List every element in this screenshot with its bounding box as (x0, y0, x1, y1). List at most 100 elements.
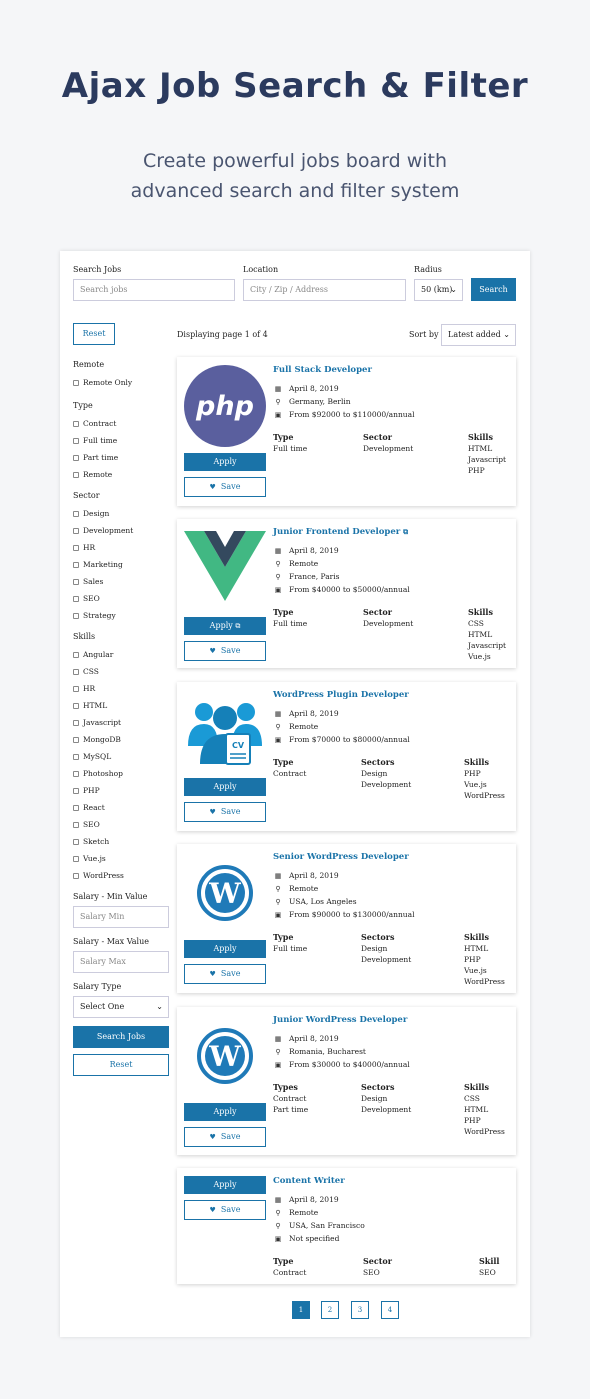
checkbox-label: MongoDB (83, 735, 121, 744)
apply-button[interactable]: Apply (184, 1103, 266, 1121)
filter-checkbox-row[interactable]: Javascript (73, 714, 173, 731)
checkbox[interactable] (73, 872, 79, 879)
checkbox[interactable] (73, 527, 79, 534)
reset-top-button[interactable]: Reset (73, 323, 115, 345)
checkbox[interactable] (73, 804, 79, 811)
checkbox-label: SEO (83, 594, 100, 603)
job-meta-text: Not specified (289, 1234, 340, 1243)
checkbox[interactable] (73, 510, 79, 517)
filter-checkbox-row[interactable]: SEO (73, 816, 173, 833)
page-button-2[interactable]: 2 (321, 1301, 339, 1319)
save-button[interactable]: ♥ Save (184, 802, 266, 822)
checkbox[interactable] (73, 719, 79, 726)
filter-checkbox-row[interactable]: PHP (73, 782, 173, 799)
filter-checkbox-row[interactable]: Full time (73, 432, 173, 449)
apply-button[interactable]: Apply (184, 1176, 266, 1194)
search-jobs-button[interactable]: Search Jobs (73, 1026, 169, 1048)
filter-checkbox-row[interactable]: Contract (73, 415, 173, 432)
page-button-4[interactable]: 4 (381, 1301, 399, 1319)
filter-checkbox-row[interactable]: Marketing (73, 556, 173, 573)
job-skills-column: Skills CSS HTML PHP WordPress (464, 1082, 505, 1137)
filter-checkbox-row[interactable]: HR (73, 680, 173, 697)
checkbox[interactable] (73, 578, 79, 585)
job-title-link[interactable]: WordPress Plugin Developer (273, 690, 409, 700)
job-title: Senior WordPress Developer (273, 852, 409, 862)
reset-filters-button[interactable]: Reset (73, 1054, 169, 1076)
checkbox[interactable] (73, 612, 79, 619)
filter-checkbox-row[interactable]: Angular (73, 646, 173, 663)
page-button-3[interactable]: 3 (351, 1301, 369, 1319)
location-input[interactable]: City / Zip / Address (243, 279, 406, 301)
column-heading: Type (273, 1256, 294, 1266)
checkbox[interactable] (73, 544, 79, 551)
page-button-1[interactable]: 1 (292, 1301, 310, 1319)
checkbox[interactable] (73, 753, 79, 760)
column-value: SEO (479, 1268, 496, 1277)
save-button[interactable]: ♥ Save (184, 1200, 266, 1220)
checkbox[interactable] (73, 595, 79, 602)
apply-button[interactable]: Apply (184, 453, 266, 471)
checkbox[interactable] (73, 787, 79, 794)
filter-checkbox-row[interactable]: CSS (73, 663, 173, 680)
apply-button[interactable]: Apply (184, 940, 266, 958)
checkbox[interactable] (73, 736, 79, 743)
save-label: Save (220, 482, 241, 491)
search-jobs-input[interactable]: Search jobs (73, 279, 235, 301)
job-title-link[interactable]: Senior WordPress Developer (273, 852, 409, 862)
checkbox[interactable] (73, 838, 79, 845)
checkbox[interactable] (73, 420, 79, 427)
job-title-link[interactable]: Junior Frontend Developer ⧉ (273, 527, 408, 537)
filter-checkbox-row[interactable]: HR (73, 539, 173, 556)
filter-checkbox-row[interactable]: React (73, 799, 173, 816)
checkbox[interactable] (73, 821, 79, 828)
save-button[interactable]: ♥ Save (184, 477, 266, 497)
save-button[interactable]: ♥ Save (184, 1127, 266, 1147)
heart-icon: ♥ (209, 808, 216, 816)
checkbox[interactable] (73, 685, 79, 692)
filter-checkbox-row[interactable]: Vue.js (73, 850, 173, 867)
checkbox[interactable] (73, 668, 79, 675)
filter-checkbox-row[interactable]: HTML (73, 697, 173, 714)
column-value: Development (363, 619, 414, 628)
salary-max-input[interactable]: Salary Max (73, 951, 169, 973)
filter-checkbox-row[interactable]: Remote Only (73, 374, 173, 391)
job-search-panel: Search Jobs Search jobs Location City / … (60, 251, 530, 1337)
checkbox[interactable] (73, 561, 79, 568)
checkbox[interactable] (73, 770, 79, 777)
checkbox[interactable] (73, 702, 79, 709)
checkbox[interactable] (73, 855, 79, 862)
salary-type-select[interactable]: Select One ⌄ (73, 996, 169, 1018)
save-button[interactable]: ♥ Save (184, 641, 266, 661)
checkbox[interactable] (73, 379, 79, 386)
radius-select[interactable]: 50 (km) ⌄ (414, 279, 463, 301)
apply-button[interactable]: Apply ⧉ (184, 617, 266, 635)
save-button[interactable]: ♥ Save (184, 964, 266, 984)
salary-min-input[interactable]: Salary Min (73, 906, 169, 928)
job-title-link[interactable]: Junior WordPress Developer (273, 1015, 407, 1025)
filter-checkbox-row[interactable]: Photoshop (73, 765, 173, 782)
column-value: CSS (468, 619, 484, 628)
filter-checkbox-row[interactable]: Development (73, 522, 173, 539)
filter-checkbox-row[interactable]: Sketch (73, 833, 173, 850)
filter-checkbox-row[interactable]: SEO (73, 590, 173, 607)
checkbox[interactable] (73, 437, 79, 444)
filter-checkbox-row[interactable]: MongoDB (73, 731, 173, 748)
filter-checkbox-row[interactable]: MySQL (73, 748, 173, 765)
checkbox[interactable] (73, 651, 79, 658)
filter-checkbox-row[interactable]: Strategy (73, 607, 173, 624)
svg-text:php: php (195, 391, 254, 422)
filter-checkbox-row[interactable]: Remote (73, 466, 173, 483)
job-meta-row: ⚲ Germany, Berlin (273, 397, 350, 406)
job-title-link[interactable]: Full Stack Developer (273, 365, 372, 375)
filter-checkbox-row[interactable]: Part time (73, 449, 173, 466)
job-title-link[interactable]: Content Writer (273, 1176, 345, 1186)
apply-button[interactable]: Apply (184, 778, 266, 796)
filter-checkbox-row[interactable]: WordPress (73, 867, 173, 884)
column-heading: Skills (464, 932, 489, 942)
filter-checkbox-row[interactable]: Sales (73, 573, 173, 590)
checkbox[interactable] (73, 471, 79, 478)
checkbox[interactable] (73, 454, 79, 461)
sort-select[interactable]: Latest added ⌄ (441, 324, 516, 346)
filter-checkbox-row[interactable]: Design (73, 505, 173, 522)
search-button[interactable]: Search (471, 278, 516, 301)
